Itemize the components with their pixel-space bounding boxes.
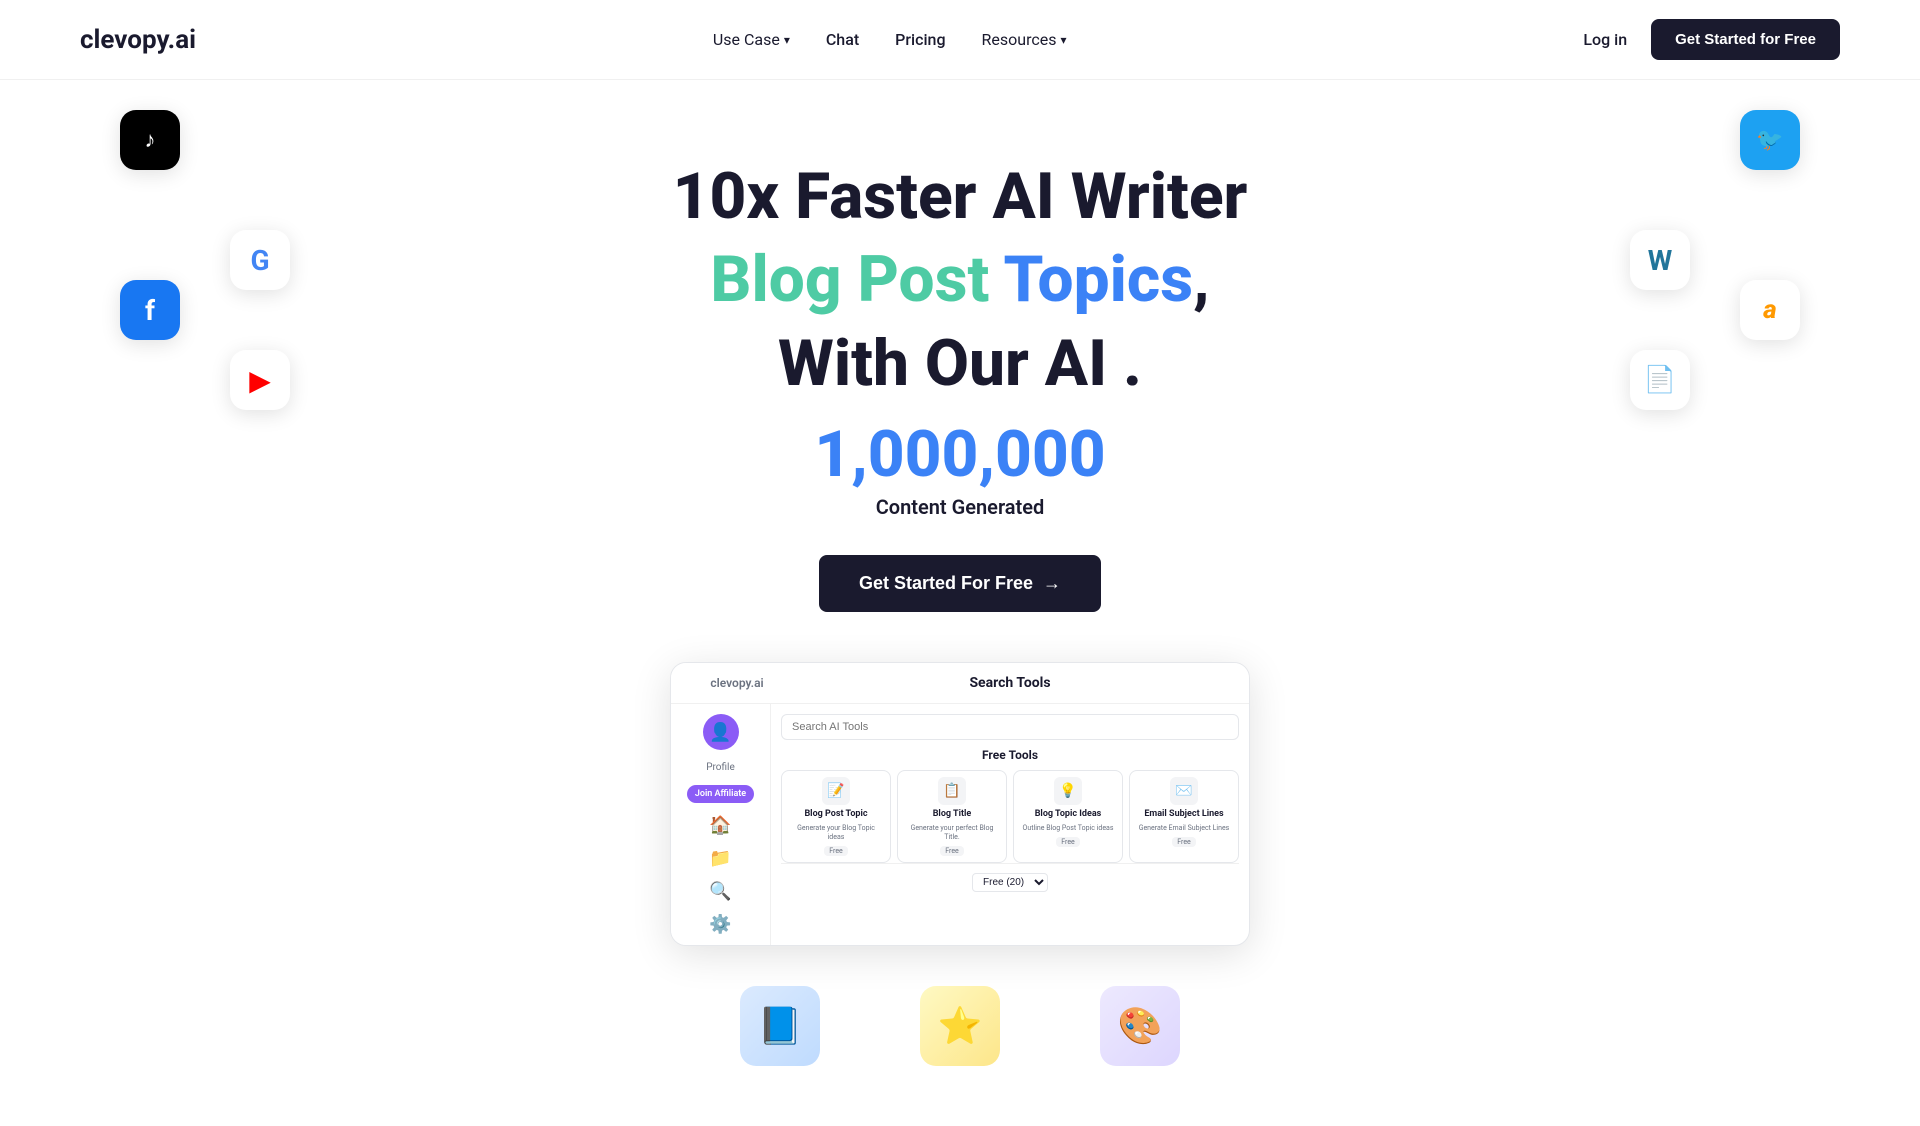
tool-badge-1: Free [940, 846, 964, 856]
tool-card-1[interactable]: 📋 Blog Title Generate your perfect Blog … [897, 770, 1007, 863]
tool-desc-3: Generate Email Subject Lines [1139, 824, 1230, 833]
hero-count-sub: Content Generated [20, 495, 1900, 519]
db-free-tools-label: Free Tools [781, 748, 1239, 762]
bottom-item-blue: 📘 [730, 986, 830, 1086]
tool-desc-1: Generate your perfect Blog Title. [904, 824, 1000, 842]
hero-cta-arrow: → [1043, 573, 1061, 594]
db-profile-label: Profile [706, 762, 735, 773]
db-search-icon[interactable]: 🔍 [709, 881, 731, 902]
tool-badge-0: Free [824, 846, 848, 856]
yellow-illustration: ⭐ [920, 986, 1000, 1066]
logo[interactable]: clevopy.ai [80, 25, 196, 55]
db-filter-select[interactable]: Free (20) [972, 873, 1048, 892]
tool-icon-0: 📝 [822, 777, 850, 805]
hero-word-post: Post [857, 242, 989, 317]
nav-chat[interactable]: Chat [826, 30, 859, 49]
db-main: Free Tools 📝 Blog Post Topic Generate yo… [771, 704, 1249, 945]
hero-cta-label: Get Started For Free [859, 573, 1033, 594]
db-avatar: 👤 [703, 714, 739, 750]
db-footer: Free (20) [781, 863, 1239, 898]
hero-count: 1,000,000 [20, 423, 1900, 487]
tool-card-3[interactable]: ✉️ Email Subject Lines Generate Email Su… [1129, 770, 1239, 863]
db-settings-icon[interactable]: ⚙️ [709, 914, 731, 935]
db-sidebar: 👤 Profile Join Affiliate 🏠 📁 🔍 ⚙️ [671, 704, 771, 945]
nav-cta-button[interactable]: Get Started for Free [1651, 19, 1840, 60]
nav-right: Log in Get Started for Free [1583, 19, 1840, 60]
hero-cursor: , [1193, 242, 1210, 317]
tool-name-1: Blog Title [933, 809, 972, 820]
tool-desc-0: Generate your Blog Topic ideas [788, 824, 884, 842]
nav-use-case[interactable]: Use Case [713, 30, 790, 49]
tool-icon-2: 💡 [1054, 777, 1082, 805]
bottom-item-yellow: ⭐ [910, 986, 1010, 1086]
hero-headline3: With Our AI . [20, 326, 1900, 403]
dashboard-preview: clevopy.ai Search Tools 👤 Profile Join A… [670, 662, 1250, 946]
nav-pricing[interactable]: Pricing [895, 30, 945, 49]
tool-icon-3: ✉️ [1170, 777, 1198, 805]
login-link[interactable]: Log in [1583, 30, 1627, 49]
db-files-icon[interactable]: 📁 [709, 848, 731, 869]
tool-card-2[interactable]: 💡 Blog Topic Ideas Outline Blog Post Top… [1013, 770, 1123, 863]
navbar: clevopy.ai Use Case Chat Pricing Resourc… [0, 0, 1920, 80]
purple-illustration: 🎨 [1100, 986, 1180, 1066]
db-affiliate-btn[interactable]: Join Affiliate [687, 785, 754, 803]
hero-headline1: 10x Faster AI Writer [20, 160, 1900, 234]
tool-name-0: Blog Post Topic [804, 809, 867, 820]
hero-cta-button[interactable]: Get Started For Free → [819, 555, 1101, 612]
tool-card-0[interactable]: 📝 Blog Post Topic Generate your Blog Top… [781, 770, 891, 863]
tool-icon-1: 📋 [938, 777, 966, 805]
hero-headline2: Blog Post Topics, [20, 242, 1900, 319]
bottom-item-purple: 🎨 [1090, 986, 1190, 1086]
db-brand: clevopy.ai [687, 676, 787, 690]
hero-word-topics: Topics [1003, 242, 1193, 317]
db-home-icon[interactable]: 🏠 [709, 815, 731, 836]
db-search-input[interactable] [781, 714, 1239, 740]
bottom-illustrations: 📘 ⭐ 🎨 [20, 946, 1900, 1086]
nav-resources[interactable]: Resources [982, 30, 1067, 49]
hero-section: ♪ G f ▶ 🐦 W a 📄 10x Faster AI Writer Blo… [0, 80, 1920, 1126]
tool-name-3: Email Subject Lines [1144, 809, 1223, 820]
tool-badge-3: Free [1172, 837, 1196, 847]
hero-word-blog: Blog [710, 242, 841, 317]
db-tools-grid: 📝 Blog Post Topic Generate your Blog Top… [781, 770, 1239, 863]
db-body: 👤 Profile Join Affiliate 🏠 📁 🔍 ⚙️ Free T… [671, 704, 1249, 945]
tool-name-2: Blog Topic Ideas [1035, 809, 1102, 820]
tool-badge-2: Free [1056, 837, 1080, 847]
nav-links: Use Case Chat Pricing Resources [713, 30, 1067, 49]
blue-illustration: 📘 [740, 986, 820, 1066]
tool-desc-2: Outline Blog Post Topic ideas [1023, 824, 1114, 833]
db-search-title: Search Tools [787, 675, 1233, 691]
db-header: clevopy.ai Search Tools [671, 663, 1249, 704]
